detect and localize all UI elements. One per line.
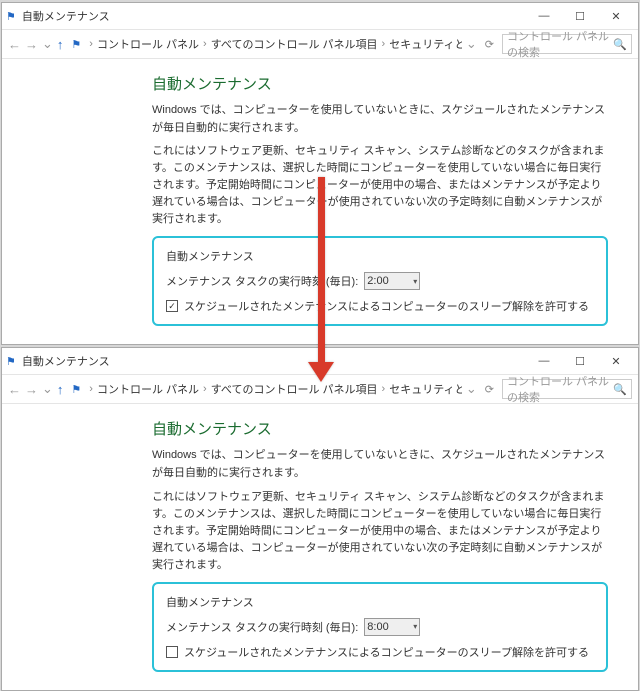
wake-checkbox[interactable]: ✓ [166,300,178,312]
crumb-all-items[interactable]: すべてのコントロール パネル項目 [211,36,378,52]
time-select[interactable]: 2:00 ▾ [364,272,420,290]
search-input[interactable]: コントロール パネルの検索 🔍 [502,379,632,399]
crumb-all-items[interactable]: すべてのコントロール パネル項目 [211,381,378,397]
box-title: 自動メンテナンス [166,248,594,264]
chevron-down-icon: ▾ [413,277,417,286]
time-label: メンテナンス タスクの実行時刻 (毎日): [166,619,358,635]
intro-text: Windows では、コンピューターを使用していないときに、スケジュールされたメ… [152,102,608,137]
crumb-security[interactable]: セキュリティとメンテナンス [389,36,462,52]
back-button[interactable]: ← [8,382,21,397]
crumb-control-panel[interactable]: コントロール パネル [97,36,199,52]
close-button[interactable]: ✕ [598,3,634,29]
crumb-security[interactable]: セキュリティとメンテナンス [389,381,462,397]
breadcrumb[interactable]: › コントロール パネル › すべてのコントロール パネル項目 › セキュリティ… [89,381,462,397]
flag-icon: ⚑ [6,10,16,23]
forward-button[interactable]: → [25,382,38,397]
minimize-button[interactable]: — [526,3,562,29]
time-value: 2:00 [367,275,388,287]
history-dropdown[interactable]: ⌄ [466,36,477,52]
detail-text: これにはソフトウェア更新、セキュリティ スキャン、システム診断などのタスクが含ま… [152,489,608,574]
refresh-button[interactable]: ⟳ [485,383,494,396]
refresh-button[interactable]: ⟳ [485,38,494,51]
time-label: メンテナンス タスクの実行時刻 (毎日): [166,273,358,289]
search-placeholder: コントロール パネルの検索 [507,28,613,60]
detail-text: これにはソフトウェア更新、セキュリティ スキャン、システム診断などのタスクが含ま… [152,143,608,228]
minimize-button[interactable]: — [526,348,562,374]
back-button[interactable]: ← [8,37,21,52]
breadcrumb[interactable]: › コントロール パネル › すべてのコントロール パネル項目 › セキュリティ… [89,36,462,52]
crumb-control-panel[interactable]: コントロール パネル [97,381,199,397]
window-title: 自動メンテナンス [22,8,110,24]
search-input[interactable]: コントロール パネルの検索 🔍 [502,34,632,54]
forward-button[interactable]: → [25,37,38,52]
chevron-down-icon: ▾ [413,622,417,631]
up-button[interactable]: ↑ [57,382,64,397]
maintenance-settings-box: 自動メンテナンス メンテナンス タスクの実行時刻 (毎日): 2:00 ▾ ✓ … [152,236,608,326]
flag-icon: ⚑ [71,38,81,51]
window-title: 自動メンテナンス [22,353,110,369]
wake-checkbox[interactable] [166,646,178,658]
wake-checkbox-label: スケジュールされたメンテナンスによるコンピューターのスリープ解除を許可する [184,298,589,314]
close-button[interactable]: ✕ [598,348,634,374]
intro-text: Windows では、コンピューターを使用していないときに、スケジュールされたメ… [152,447,608,482]
maximize-button[interactable]: ☐ [562,348,598,374]
history-dropdown[interactable]: ⌄ [466,381,477,397]
maximize-button[interactable]: ☐ [562,3,598,29]
wake-checkbox-label: スケジュールされたメンテナンスによるコンピューターのスリープ解除を許可する [184,644,589,660]
time-select[interactable]: 8:00 ▾ [364,618,420,636]
search-placeholder: コントロール パネルの検索 [507,373,613,405]
flag-icon: ⚑ [6,355,16,368]
up-button[interactable]: ↑ [57,37,64,52]
search-icon: 🔍 [613,383,627,396]
page-heading: 自動メンテナンス [152,418,608,439]
time-value: 8:00 [367,621,388,633]
recent-dropdown[interactable]: ⌄ [42,36,53,52]
maintenance-settings-box: 自動メンテナンス メンテナンス タスクの実行時刻 (毎日): 8:00 ▾ スケ… [152,582,608,672]
flag-icon: ⚑ [71,383,81,396]
page-heading: 自動メンテナンス [152,73,608,94]
box-title: 自動メンテナンス [166,594,594,610]
recent-dropdown[interactable]: ⌄ [42,381,53,397]
search-icon: 🔍 [613,38,627,51]
